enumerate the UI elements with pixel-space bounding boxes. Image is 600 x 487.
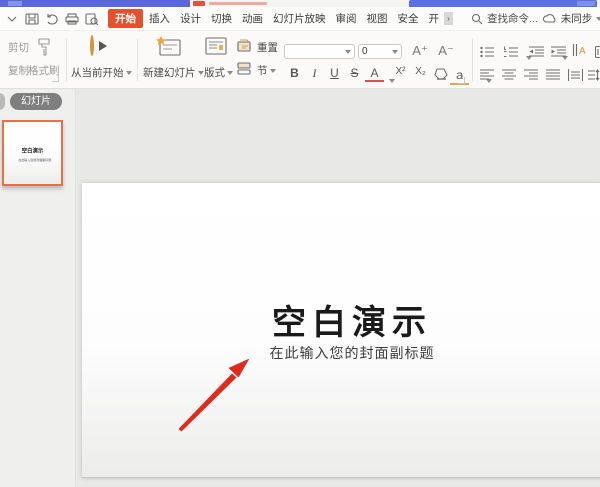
dropdown-caret [270, 69, 276, 76]
copy-button[interactable]: 复制 [8, 63, 29, 78]
italic-button[interactable]: I [305, 66, 324, 81]
section-button[interactable]: 节 [257, 63, 276, 78]
print-preview-icon[interactable] [83, 10, 100, 27]
reset-icon[interactable] [237, 39, 253, 57]
wps-logo-icon [8, 1, 22, 6]
document-tab-title[interactable] [209, 2, 267, 5]
print-icon[interactable] [63, 10, 80, 27]
distribute-text-icon[interactable] [568, 68, 583, 86]
slide-editing-area[interactable]: 空白演示 在此输入您的封面副标题 [82, 183, 600, 478]
reset-button[interactable]: 重置 [257, 40, 278, 55]
active-document-tab[interactable] [0, 0, 190, 7]
text-direction-letter: A [579, 46, 586, 57]
menubar-right-cluster: 未同步 分享 批注 [538, 10, 600, 27]
format-painter-icon[interactable] [34, 37, 54, 62]
banner-button [577, 1, 595, 6]
bold-button[interactable]: B [285, 66, 304, 80]
superscript-button[interactable]: X² [391, 66, 410, 77]
dropdown-caret [392, 50, 398, 57]
sync-status-label[interactable]: 未同步 [561, 11, 593, 26]
cloud-sync-icon[interactable] [541, 10, 558, 27]
dropdown-caret [126, 71, 132, 78]
dropdown-caret [227, 71, 233, 78]
section-icon[interactable] [237, 62, 253, 80]
tab-review[interactable]: 审阅 [332, 9, 361, 28]
shrink-font-button[interactable]: A⁻ [434, 43, 458, 59]
save-icon[interactable] [23, 10, 40, 27]
dropdown-caret [345, 50, 351, 57]
editing-canvas[interactable]: 空白演示 在此输入您的封面副标题 [76, 89, 600, 487]
play-from-current-button[interactable]: 从当前开始 [71, 65, 132, 80]
decrease-indent-icon[interactable] [529, 45, 545, 63]
tab-view[interactable]: 视图 [363, 9, 392, 28]
underline-button[interactable]: U [325, 66, 344, 80]
align-justify-icon[interactable] [546, 68, 561, 86]
font-group-expander[interactable] [458, 77, 465, 84]
ribbon-separator [66, 39, 67, 81]
more-tabs-chevron[interactable]: › [444, 12, 453, 25]
slide-thumbnail-1[interactable]: 空白演示 在此输入您的封面副标题 [2, 120, 63, 186]
slide-subtitle-placeholder[interactable]: 在此输入您的封面副标题 [152, 343, 552, 363]
menu-bar: 开始 插入 设计 切换 动画 幻灯片放映 审阅 视图 安全 开 › 查找命令..… [0, 7, 600, 30]
clear-format-icon[interactable] [432, 67, 448, 85]
font-size-combobox[interactable]: 0 [358, 44, 402, 59]
play-from-current-icon[interactable] [90, 35, 94, 56]
tab-transition[interactable]: 切换 [207, 9, 236, 28]
layout-button[interactable]: 版式 [204, 65, 233, 80]
ribbon-separator [137, 39, 138, 81]
grow-font-button[interactable]: A⁺ [408, 43, 432, 59]
cut-button[interactable]: 剪切 [8, 40, 29, 55]
ribbon: 剪切 复制 格式刷 从当前开始 新建幻灯片 版式 重置 节 0 A⁺ A⁻ B … [0, 30, 600, 89]
dropdown-caret [198, 71, 204, 78]
slides-tab-pill[interactable]: 幻灯片 [10, 93, 62, 110]
new-slide-icon[interactable] [156, 36, 182, 63]
tab-slideshow[interactable]: 幻灯片放映 [269, 9, 330, 28]
collapse-ribbon-icon[interactable] [3, 10, 20, 27]
slide-title[interactable]: 空白演示 [152, 295, 552, 344]
new-slide-button[interactable]: 新建幻灯片 [143, 65, 204, 80]
slide-panel: 幻灯片 空白演示 在此输入您的封面副标题 [0, 89, 76, 487]
align-right-icon[interactable] [524, 68, 539, 86]
search-icon [471, 13, 483, 25]
subscript-button[interactable]: X₂ [411, 66, 430, 77]
align-left-icon[interactable] [480, 68, 495, 86]
tab-home[interactable]: 开始 [108, 9, 143, 28]
tab-design[interactable]: 设计 [176, 9, 205, 28]
tab-developer-cut[interactable]: 开 [425, 9, 444, 28]
thumbnail-title: 空白演示 [7, 146, 58, 154]
tab-insert[interactable]: 插入 [145, 9, 174, 28]
find-command[interactable]: 查找命令... [471, 11, 538, 26]
text-direction-icon[interactable]: A [572, 43, 588, 62]
font-name-combobox[interactable] [284, 44, 355, 59]
align-center-icon[interactable] [502, 68, 517, 86]
undo-icon[interactable] [43, 10, 60, 27]
outline-tab-cut[interactable] [0, 93, 5, 110]
font-color-caret-icon[interactable] [389, 79, 395, 86]
tab-animation[interactable]: 动画 [238, 9, 267, 28]
clipboard-group-expander[interactable] [52, 75, 59, 82]
increase-indent-icon[interactable] [551, 45, 567, 63]
sync-caret-icon[interactable] [596, 17, 600, 24]
font-color-button[interactable]: A [365, 66, 384, 82]
font-size-value: 0 [362, 46, 368, 57]
bullet-list-icon[interactable] [480, 45, 495, 63]
tab-security[interactable]: 安全 [394, 9, 423, 28]
layout-icon[interactable] [205, 37, 227, 62]
presentation-file-icon [193, 1, 205, 6]
signin-banner[interactable] [409, 0, 597, 7]
window-tab-strip [0, 0, 600, 7]
ribbon-separator [472, 39, 473, 81]
line-spacing-icon-cut[interactable] [588, 68, 600, 86]
find-command-label: 查找命令... [487, 11, 538, 26]
thumbnail-subtitle: 在此输入您的封面副标题 [18, 157, 47, 162]
menu-tabs: 开始 插入 设计 切换 动画 幻灯片放映 审阅 视图 安全 开 [108, 9, 443, 28]
numbered-list-icon[interactable] [504, 45, 519, 63]
columns-icon-cut[interactable] [595, 45, 600, 63]
strikethrough-button[interactable]: S [345, 66, 364, 80]
